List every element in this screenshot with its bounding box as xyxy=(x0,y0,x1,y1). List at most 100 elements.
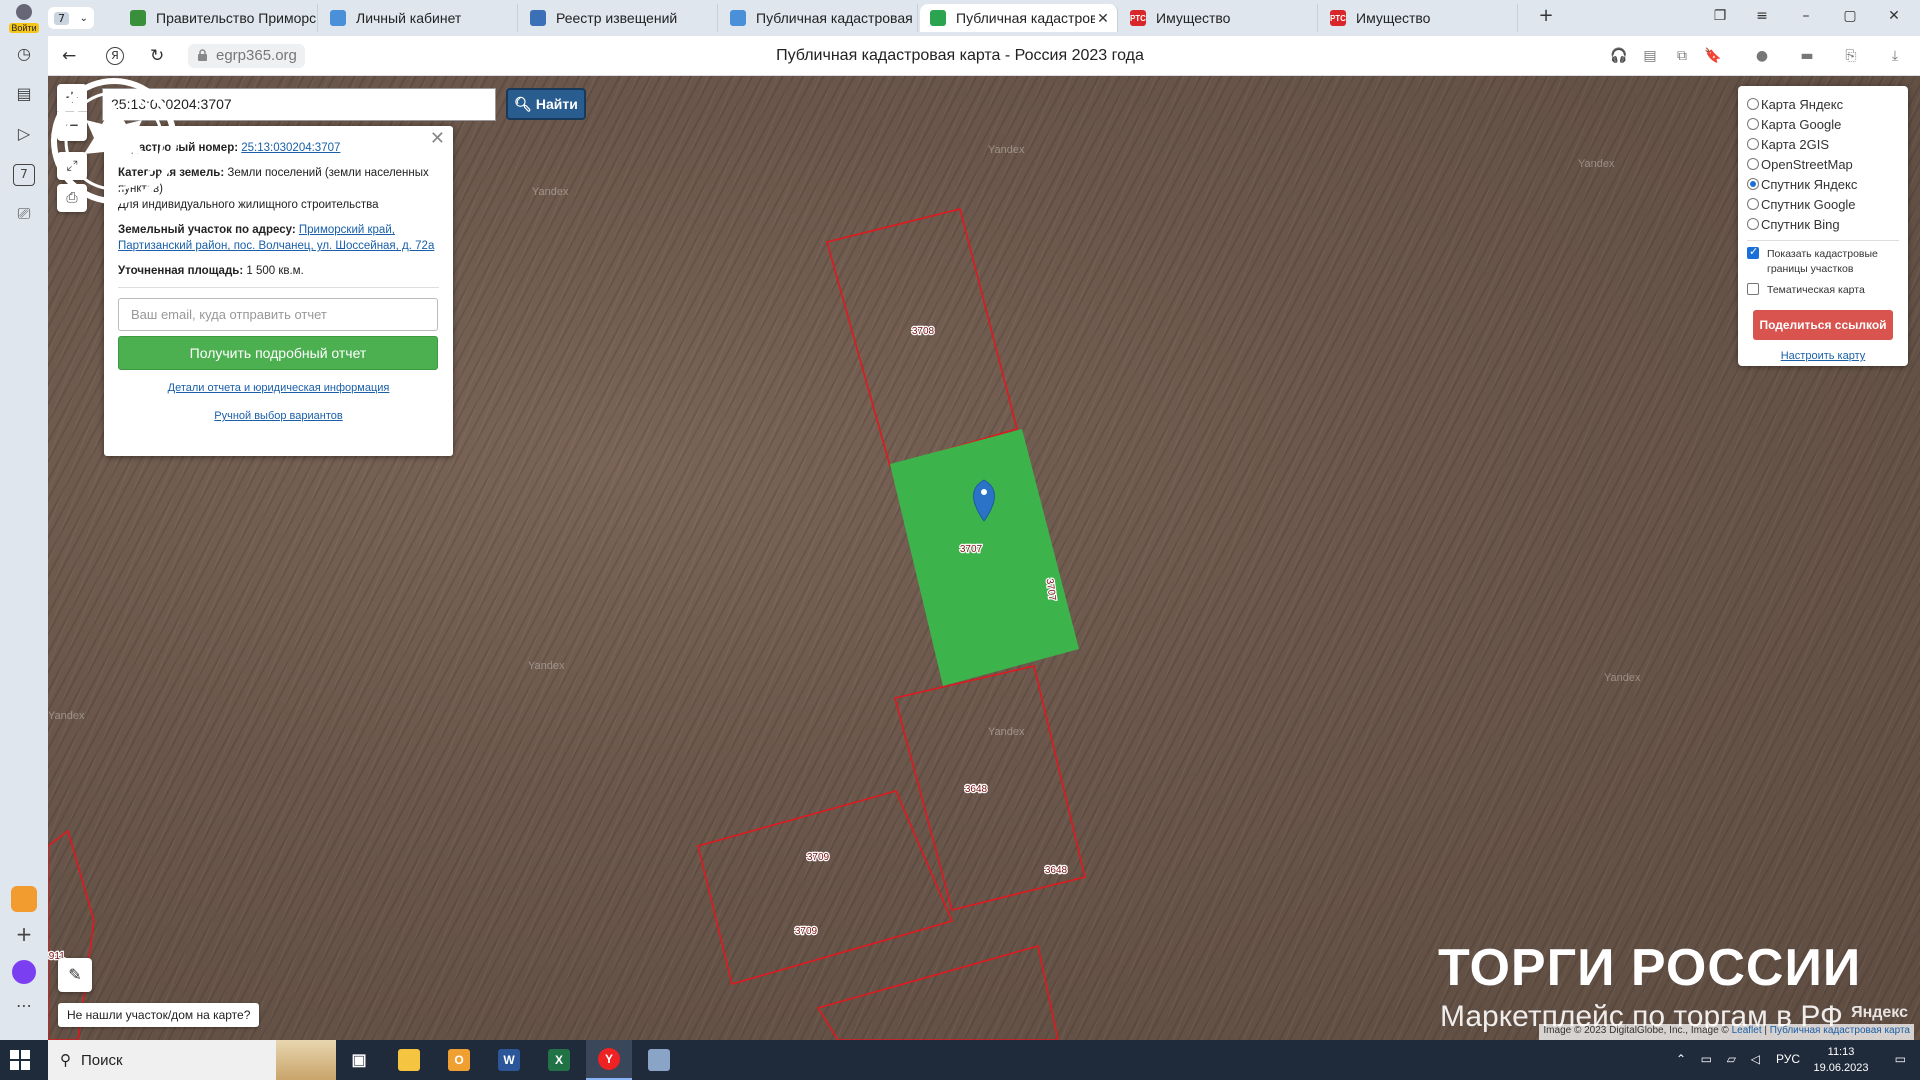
ruler-icon[interactable]: ✎ xyxy=(58,958,92,992)
thematic-checkbox[interactable]: Тематическая карта xyxy=(1747,283,1899,298)
parcel-label: 3709 xyxy=(807,852,830,863)
manual-choice-link[interactable]: Ручной выбор вариантов xyxy=(118,408,439,424)
kangaroo-illustration xyxy=(276,1040,336,1080)
checkbox[interactable] xyxy=(1747,283,1759,295)
add-panel-icon[interactable]: + xyxy=(13,922,35,946)
chevron-up-icon[interactable]: ⌃ xyxy=(1676,1052,1686,1066)
extensions-icon[interactable]: ⧉ xyxy=(1673,48,1691,64)
close-window-button[interactable]: ✕ xyxy=(1884,8,1904,28)
report-details-link[interactable]: Детали отчета и юридическая информация xyxy=(118,380,439,396)
radio-button[interactable] xyxy=(1747,178,1759,190)
radio-button[interactable] xyxy=(1747,218,1759,230)
parcel-label: 3709 xyxy=(795,926,818,937)
app-icon[interactable] xyxy=(636,1040,682,1080)
word-icon[interactable]: W xyxy=(486,1040,532,1080)
layer-option-label: Карта 2GIS xyxy=(1761,136,1830,152)
layer-option[interactable]: Карта 2GIS xyxy=(1747,134,1899,154)
radio-button[interactable] xyxy=(1747,98,1759,110)
tab-title: Реестр извещений xyxy=(556,10,678,26)
map-watermark: Yandex xyxy=(528,660,565,672)
bookmark-icon[interactable]: 🔖 xyxy=(1704,48,1722,64)
notifications-icon[interactable]: ▭ xyxy=(1895,1052,1906,1066)
favicon-icon xyxy=(530,10,546,26)
layer-option[interactable]: Карта Google xyxy=(1747,114,1899,134)
layer-option-label: Спутник Bing xyxy=(1761,216,1840,232)
radio-button[interactable] xyxy=(1747,138,1759,150)
excel-icon[interactable]: X xyxy=(536,1040,582,1080)
extension-icon[interactable]: ● xyxy=(1753,48,1771,64)
clock[interactable]: 11:13 19.06.2023 xyxy=(1806,1044,1876,1076)
layer-option[interactable]: OpenStreetMap xyxy=(1747,154,1899,174)
task-view-icon[interactable]: ▣ xyxy=(336,1040,382,1080)
reader-icon[interactable]: ▤ xyxy=(1641,48,1659,64)
alice-icon[interactable] xyxy=(12,960,36,984)
map-canvas[interactable]: 37083707370736483648370937093911 YandexY… xyxy=(48,76,1920,1040)
checkbox[interactable] xyxy=(1747,245,1759,260)
volume-icon[interactable]: ◁ xyxy=(1751,1052,1760,1066)
play-icon[interactable]: ▷ xyxy=(13,124,35,146)
leaflet-link[interactable]: Leaflet xyxy=(1732,1025,1762,1036)
clock-date: 19.06.2023 xyxy=(1813,1062,1869,1074)
collections-icon[interactable]: ❐ xyxy=(1710,8,1730,28)
profile-button[interactable]: Войти xyxy=(4,2,44,34)
share-link-button[interactable]: Поделиться ссылкой xyxy=(1753,310,1893,340)
tab-1[interactable]: Правительство Приморск xyxy=(120,4,318,32)
radio-button[interactable] xyxy=(1747,198,1759,210)
parcel-3707[interactable] xyxy=(890,429,1079,686)
layer-option[interactable]: Спутник Google xyxy=(1747,194,1899,214)
pkk-link[interactable]: Публичная кадастровая карта xyxy=(1770,1025,1910,1036)
more-icon[interactable]: ⋯ xyxy=(13,996,35,1018)
not-found-button[interactable]: Не нашли участок/дом на карте? xyxy=(58,1003,260,1027)
screenshot-icon[interactable]: ⎘ xyxy=(1842,48,1860,64)
counter-icon[interactable]: 7 xyxy=(13,164,35,186)
vpn-icon[interactable]: ▬ xyxy=(1798,48,1816,64)
explorer-icon[interactable] xyxy=(386,1040,432,1080)
tab-6[interactable]: РТС Имущество xyxy=(1120,4,1318,32)
camera-icon[interactable]: ⎚ xyxy=(13,204,35,226)
profile-label: Войти xyxy=(9,23,39,33)
tab-title: Публичная кадастровая xyxy=(956,10,1095,26)
email-field[interactable]: Ваш email, куда отправить отчет xyxy=(118,298,438,331)
layer-option[interactable]: Карта Яндекс xyxy=(1747,94,1899,114)
tab-group-button[interactable]: 7 ⌄ xyxy=(48,7,94,29)
network-icon[interactable]: ▭ xyxy=(1701,1052,1712,1066)
get-report-button[interactable]: Получить подробный отчет xyxy=(118,336,438,370)
tab-5[interactable]: Публичная кадастровая✕ xyxy=(920,4,1118,32)
close-tab-icon[interactable]: ✕ xyxy=(1095,10,1111,27)
tab-3[interactable]: Реестр извещений xyxy=(520,4,718,32)
tab-2[interactable]: Личный кабинет xyxy=(320,4,518,32)
brand-title: ТОРГИ РОССИИ xyxy=(1438,939,1862,997)
headphones-icon[interactable]: 🎧 xyxy=(1610,48,1628,64)
tab-7[interactable]: РТС Имущество xyxy=(1320,4,1518,32)
download-icon[interactable]: ⤓ xyxy=(1886,48,1904,64)
configure-map-link[interactable]: Настроить карту xyxy=(1747,350,1899,362)
favicon-icon: РТС xyxy=(1130,10,1146,26)
tab-title: Имущество xyxy=(1156,10,1231,26)
yandex-browser-icon[interactable]: Y xyxy=(586,1040,632,1080)
radio-button[interactable] xyxy=(1747,158,1759,170)
favicon-icon: РТС xyxy=(1330,10,1346,26)
parcel-south[interactable] xyxy=(816,944,1059,1040)
display-icon[interactable]: ▱ xyxy=(1727,1052,1736,1066)
language-indicator[interactable]: РУС xyxy=(1776,1052,1800,1066)
parcel-3708[interactable] xyxy=(826,208,1018,467)
minimize-button[interactable]: – xyxy=(1796,8,1816,28)
new-tab-button[interactable]: + xyxy=(1536,5,1556,26)
layer-switcher: Карта Яндекс Карта Google Карта 2GIS OpenSt… xyxy=(1738,86,1908,366)
radio-button[interactable] xyxy=(1747,118,1759,130)
mail-icon[interactable] xyxy=(11,886,37,912)
menu-icon[interactable]: ≡ xyxy=(1752,8,1772,28)
layer-option[interactable]: Спутник Bing xyxy=(1747,214,1899,234)
parcel-3709[interactable] xyxy=(697,790,954,985)
layer-option[interactable]: Спутник Яндекс xyxy=(1747,174,1899,194)
taskbar-search[interactable]: ⚲ Поиск xyxy=(48,1040,336,1080)
outlook-icon[interactable]: O xyxy=(436,1040,482,1080)
layer-option-label: Карта Google xyxy=(1761,116,1842,132)
collections-icon[interactable]: ▤ xyxy=(13,84,35,106)
history-icon[interactable]: ◷ xyxy=(13,44,35,66)
windows-start-icon[interactable] xyxy=(10,1050,30,1070)
show-borders-checkbox[interactable]: Показать кадастровые границы участков xyxy=(1747,245,1899,277)
maximize-button[interactable]: ▢ xyxy=(1840,8,1860,28)
tab-4[interactable]: Публичная кадастровая к xyxy=(720,4,918,32)
yandex-logo: Яндекс xyxy=(1851,1004,1908,1021)
